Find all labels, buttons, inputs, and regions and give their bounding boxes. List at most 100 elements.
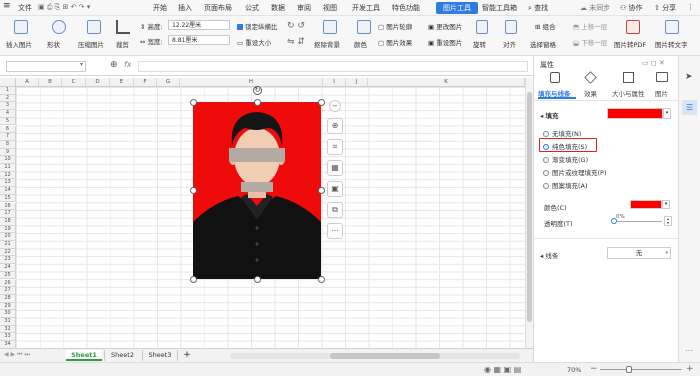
help-icon[interactable]: ⋯ (685, 346, 693, 355)
menu-insert[interactable]: 插入 (178, 3, 192, 13)
row-header[interactable]: 10 (0, 156, 16, 164)
menu-smart-toolbox[interactable]: 智能工具箱 (482, 3, 517, 13)
menu-page-layout[interactable]: 页面布局 (204, 3, 232, 13)
rotate-icons[interactable]: ↻ ↺ (287, 21, 305, 31)
column-header[interactable]: G (157, 78, 180, 87)
line-select[interactable]: 无 ▾ (607, 247, 671, 259)
row-header[interactable]: 23 (0, 256, 16, 265)
row-header[interactable]: 28 (0, 294, 16, 303)
more-icon[interactable]: ⋮ (687, 3, 694, 11)
row-header[interactable]: 5 (0, 117, 16, 126)
row-header[interactable]: 27 (0, 287, 16, 295)
radio-picture-fill[interactable]: 图片或纹理填充(P) (543, 167, 607, 177)
sync-status[interactable]: ☁ 未同步 (580, 3, 610, 13)
hamburger-icon[interactable]: ≡ (3, 1, 11, 11)
height-input[interactable]: 12.22厘米 (168, 20, 230, 30)
crop-icon[interactable]: ⌗ (327, 139, 343, 155)
column-header[interactable]: F (134, 78, 157, 87)
color-button[interactable]: 颜色 (354, 39, 367, 49)
zoom-in-icon[interactable]: ⊕ (327, 118, 343, 134)
menu-formula[interactable]: 公式 (245, 3, 259, 13)
row-header[interactable]: 26 (0, 279, 16, 288)
line-section-header[interactable]: ◂ 线条 (540, 250, 558, 260)
row-header[interactable]: 19 (0, 225, 16, 234)
row-header[interactable]: 9 (0, 148, 16, 157)
select-all-corner[interactable] (0, 78, 16, 87)
width-input[interactable]: 8.81厘米 (168, 35, 230, 45)
fill-color-swatch[interactable] (607, 108, 663, 119)
row-header[interactable]: 15 (0, 194, 16, 203)
zoom-out-button[interactable]: − (590, 364, 598, 374)
formula-input[interactable] (138, 61, 528, 72)
transparency-stepper[interactable]: ▴ ▾ (664, 216, 672, 226)
tab-picture-tools[interactable]: 图片工具 (436, 2, 478, 14)
insert-picture-button[interactable]: 插入图片 (6, 39, 32, 49)
resize-handle[interactable] (318, 99, 325, 106)
fill-section-header[interactable]: ◂ 填充 (540, 110, 559, 120)
menu-file[interactable]: 文件 (18, 3, 32, 13)
column-header[interactable]: A (16, 78, 39, 87)
row-header[interactable]: 12 (0, 171, 16, 180)
up-layer-button[interactable]: ⬒ 上移一层 (573, 21, 607, 31)
row-header[interactable]: 24 (0, 264, 16, 272)
rotate-button[interactable]: 旋转 (473, 39, 486, 49)
row-header[interactable]: 17 (0, 210, 16, 218)
menu-start[interactable]: 开始 (153, 3, 167, 13)
column-header[interactable]: H (180, 78, 323, 87)
column-header[interactable]: I (323, 78, 346, 87)
row-header[interactable]: 11 (0, 164, 16, 172)
align-button[interactable]: 对齐 (503, 39, 516, 49)
group-button[interactable]: ⊞ 组合 (535, 21, 556, 31)
radio-gradient-fill[interactable]: 渐变填充(G) (543, 154, 588, 164)
chevron-down-icon[interactable]: ▾ (80, 61, 83, 68)
properties-toggle-icon[interactable]: ☰ (682, 100, 697, 115)
remove-bg-button[interactable]: 抠除背景 (314, 39, 340, 49)
more-icon[interactable]: ⋯ (327, 223, 343, 239)
menu-special[interactable]: 特色功能 (392, 3, 420, 13)
row-header[interactable]: 21 (0, 241, 16, 249)
collab-button[interactable]: ⚇ 协作 (620, 3, 643, 13)
transparency-slider[interactable] (614, 221, 662, 222)
transparency-knob[interactable] (611, 218, 617, 224)
sheet-tab-2[interactable]: Sheet2 (104, 350, 140, 361)
column-header[interactable]: K (368, 78, 525, 87)
sheet-nav-icons[interactable]: ◀ ▶ ⏮ ⏭ (4, 351, 30, 359)
change-pic-button[interactable]: ▣ 更改图片 (428, 21, 462, 31)
zoom-percentage[interactable]: 70% (567, 366, 581, 374)
row-header[interactable]: 31 (0, 318, 16, 326)
image-icon[interactable]: ▣ (327, 181, 343, 197)
fill-dropdown-chevron-icon[interactable]: ▾ (663, 108, 671, 119)
effect-button[interactable]: ▢ 图片效果 (378, 37, 412, 47)
share-button[interactable]: ⇧ 分享 (654, 3, 676, 13)
row-header[interactable]: 25 (0, 271, 16, 280)
crop-button[interactable]: 裁剪 (116, 39, 129, 49)
row-header[interactable]: 6 (0, 125, 16, 134)
row-header[interactable]: 32 (0, 325, 16, 334)
resize-handle[interactable] (190, 99, 197, 106)
menu-dev-tools[interactable]: 开发工具 (352, 3, 380, 13)
search-button[interactable]: ⌕ 查找 (528, 3, 548, 13)
rotate-handle-icon[interactable]: ↻ (253, 86, 262, 95)
reset-pic-button[interactable]: ▣ 重设图片 (428, 37, 462, 47)
zoom-slider[interactable] (600, 369, 682, 370)
resize-handle[interactable] (318, 276, 325, 283)
h-scrollbar-thumb[interactable] (330, 353, 440, 359)
fx-icon[interactable]: fx (124, 60, 132, 69)
scrollbar-thumb[interactable] (527, 92, 532, 322)
column-header[interactable]: E (110, 78, 134, 87)
down-layer-button[interactable]: ⬓ 下移一层 (573, 37, 607, 47)
flip-icons[interactable]: ⇋ ⇵ (287, 37, 305, 47)
menu-view[interactable]: 视图 (323, 3, 337, 13)
cursor-icon[interactable]: ➤ (685, 72, 693, 82)
column-header[interactable]: J (346, 78, 368, 87)
radio-pattern-fill[interactable]: 图案填充(A) (543, 180, 588, 190)
row-header[interactable]: 8 (0, 140, 16, 149)
row-header[interactable]: 30 (0, 310, 16, 318)
panel-window-icons[interactable]: ▭ ◻ ✕ (642, 59, 665, 67)
to-pdf-button[interactable]: 图片转PDF (614, 39, 646, 49)
row-header[interactable]: 13 (0, 179, 16, 188)
row-header[interactable]: 29 (0, 302, 16, 311)
lock-ratio-checkbox[interactable]: 锁定纵横比 (237, 21, 278, 31)
tab-effect[interactable]: 效果 (584, 88, 597, 98)
row-header[interactable]: 18 (0, 217, 16, 226)
